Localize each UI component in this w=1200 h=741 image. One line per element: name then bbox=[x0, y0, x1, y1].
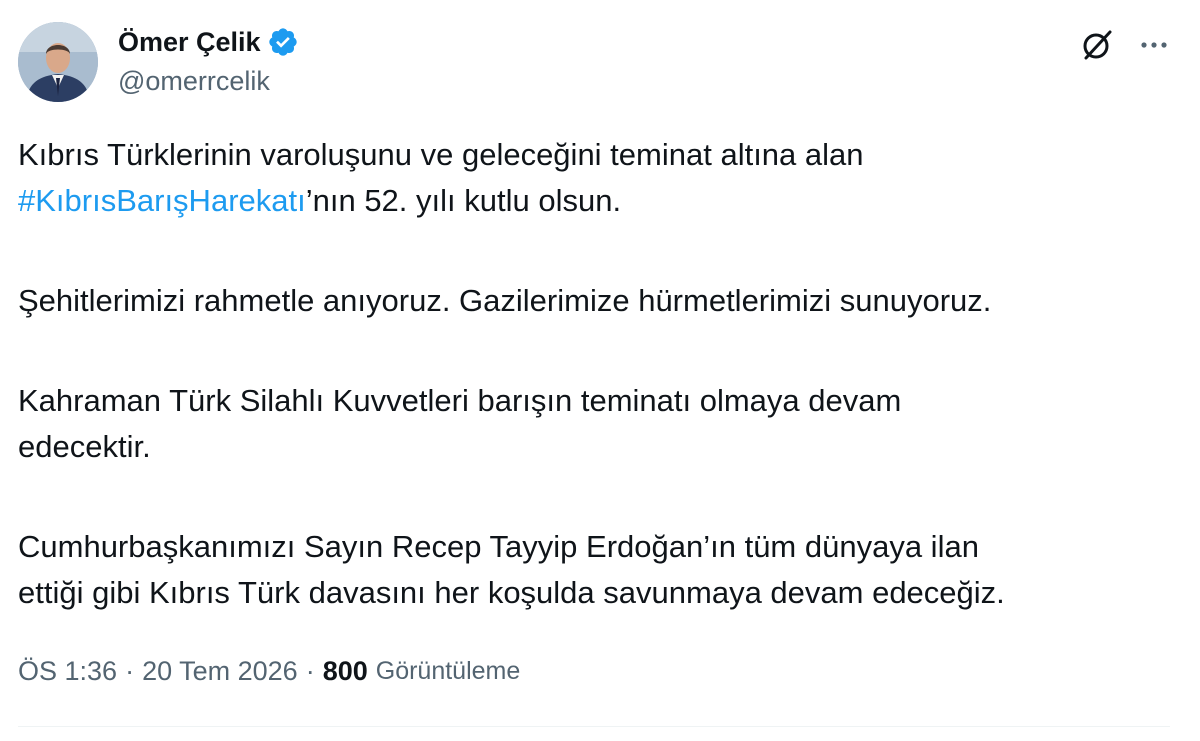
tweet-paragraph-1-rest: ’nın 52. yılı kutlu olsun. bbox=[305, 183, 622, 218]
avatar[interactable] bbox=[18, 22, 98, 102]
tweet-text: Kıbrıs Türklerinin varoluşunu ve geleceğ… bbox=[18, 132, 1178, 616]
meta-separator: · bbox=[305, 656, 315, 686]
grok-icon[interactable] bbox=[1080, 28, 1114, 62]
author-handle[interactable]: @omerrcelik bbox=[118, 66, 299, 97]
more-options-icon[interactable] bbox=[1136, 28, 1172, 62]
tweet-paragraph-1: Kıbrıs Türklerinin varoluşunu ve geleceğ… bbox=[18, 132, 1178, 224]
tweet-date[interactable]: 20 Tem 2026 bbox=[142, 656, 298, 687]
tweet-paragraph-4: Cumhurbaşkanımızı Sayın Recep Tayyip Erd… bbox=[18, 524, 1178, 616]
tweet-header: Ömer Çelik @omerrcelik bbox=[18, 22, 1178, 106]
tweet-time[interactable]: ÖS 1:36 bbox=[18, 656, 117, 687]
tweet-paragraph-1-line-1: Kıbrıs Türklerinin varoluşunu ve geleceğ… bbox=[18, 137, 864, 172]
hashtag-link[interactable]: #KıbrısBarışHarekatı bbox=[18, 183, 306, 218]
views-label: Görüntüleme bbox=[375, 657, 521, 685]
tweet-paragraph-4-line-1: Cumhurbaşkanımızı Sayın Recep Tayyip Erd… bbox=[18, 529, 979, 564]
name-row: Ömer Çelik bbox=[118, 24, 299, 60]
tweet-meta: ÖS 1:36 · 20 Tem 2026 · 800 Görüntüleme bbox=[18, 656, 520, 687]
divider bbox=[18, 726, 1170, 727]
tweet-paragraph-4-line-2: ettiği gibi Kıbrıs Türk davasını her koş… bbox=[18, 575, 1005, 610]
views-count: 800 bbox=[322, 656, 368, 686]
meta-separator: · bbox=[125, 656, 135, 686]
verified-badge-icon[interactable] bbox=[267, 26, 299, 58]
tweet-paragraph-3-line-2: edecektir. bbox=[18, 429, 151, 464]
author-identity: Ömer Çelik @omerrcelik bbox=[118, 24, 299, 97]
tweet-paragraph-3-line-1: Kahraman Türk Silahlı Kuvvetleri barışın… bbox=[18, 383, 902, 418]
author-display-name[interactable]: Ömer Çelik bbox=[118, 27, 261, 58]
tweet-paragraph-2: Şehitlerimizi rahmetle anıyoruz. Gaziler… bbox=[18, 283, 992, 318]
avatar-image bbox=[18, 22, 98, 102]
tweet-paragraph-3: Kahraman Türk Silahlı Kuvvetleri barışın… bbox=[18, 378, 1178, 470]
